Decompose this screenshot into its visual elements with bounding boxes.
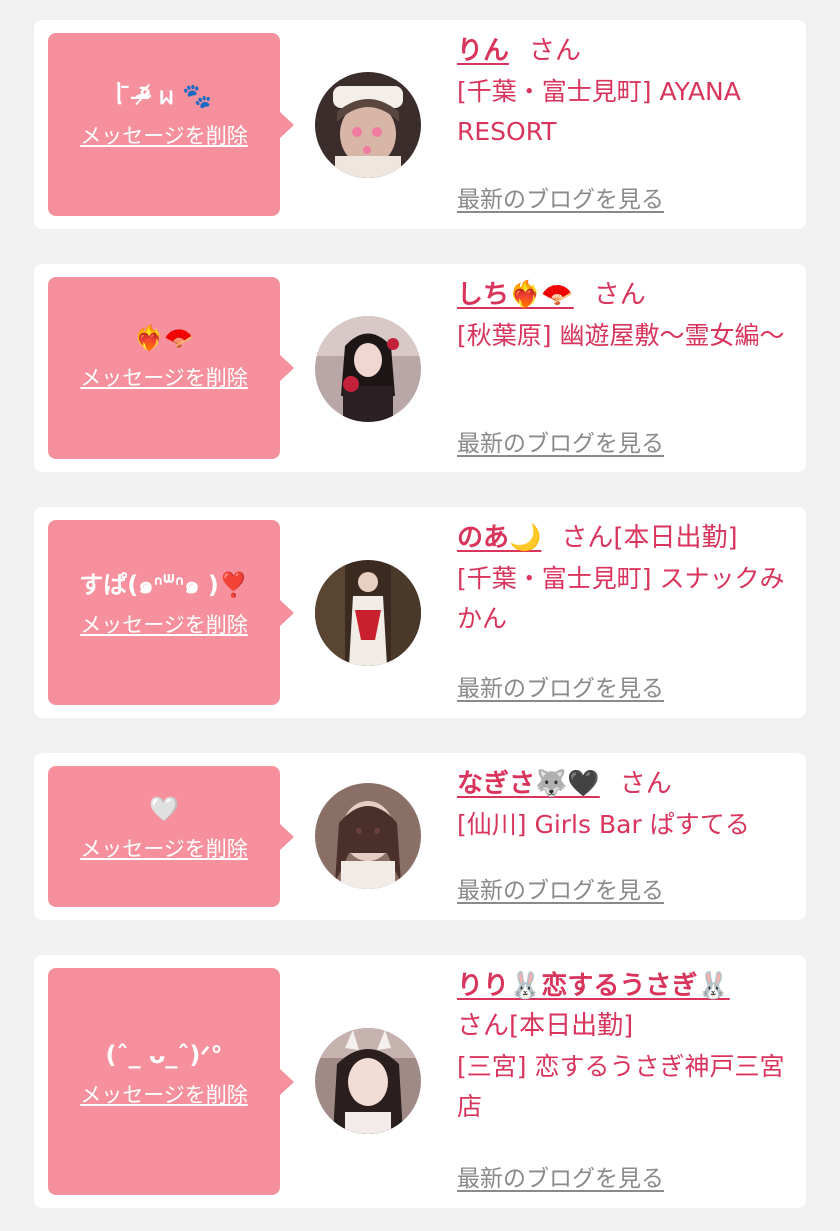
message-bubble: (ˆ_ ᴗ_ˆ)ᐟ° メッセージを削除 [48,968,294,1195]
avatar-photo-icon [315,1028,421,1134]
message-card: (ˆ_ ᴗ_ˆ)ᐟ° メッセージを削除 りり🐰恋するうさぎ🐰 さん[本日出勤] … [34,955,806,1208]
cast-name-link[interactable]: しち❤️‍🔥🪭 [457,280,574,310]
shop-name: [仙川] Girls Bar ぱすてる [457,810,750,839]
message-text: 🤍 [149,795,179,823]
name-line: りり🐰恋するうさぎ🐰 [457,969,797,1003]
entry-info: なぎさ🐺🖤 さん [仙川] Girls Bar ぱすてる [457,767,797,845]
avatar[interactable] [315,72,421,178]
message-card: 🤍 メッセージを削除 なぎさ🐺🖤 さん [仙川] Girls Bar ぱすてる 最… [34,753,806,920]
message-bubble: ᥣ ̄ ᵒ̴̶̷᷄ ᥕ 🐾 メッセージを削除 [48,33,294,216]
message-bubble: ❤️‍🔥🪭 メッセージを削除 [48,277,294,459]
name-line: しち❤️‍🔥🪭 さん [457,278,797,312]
shop-name: [千葉・富士見町] AYANA RESORT [457,77,741,146]
name-line: なぎさ🐺🖤 さん [457,767,797,801]
message-card: ❤️‍🔥🪭 メッセージを削除 しち❤️‍🔥🪭 さん [秋葉原] 幽遊屋敷〜霊女編〜… [34,264,806,472]
honorific: さん[本日出勤] [561,523,738,553]
shop-name: [三宮] 恋するうさぎ神戸三宮店 [457,1052,785,1121]
message-text: ᥣ ̄ ᵒ̴̶̷᷄ ᥕ 🐾 [116,82,212,110]
message-card: ᥣ ̄ ᵒ̴̶̷᷄ ᥕ 🐾 メッセージを削除 りん さん [千葉・富士見町] AY… [34,20,806,229]
avatar-photo-icon [315,560,421,666]
avatar[interactable] [315,560,421,666]
message-card: すぱ(๑ᐢᐜᐢ๑ )❣️ メッセージを削除 のあ🌙 さん[本日出勤] [千葉・富士… [34,507,806,718]
avatar-photo-icon [315,316,421,422]
entry-info: りん さん [千葉・富士見町] AYANA RESORT [457,34,797,152]
latest-blog-link[interactable]: 最新のブログを見る [457,424,664,458]
message-text: (ˆ_ ᴗ_ˆ)ᐟ° [105,1041,223,1069]
cast-name-link[interactable]: のあ🌙 [457,523,541,553]
avatar-photo-icon [315,72,421,178]
entry-info: りり🐰恋するうさぎ🐰 さん[本日出勤] [三宮] 恋するうさぎ神戸三宮店 [457,969,797,1127]
message-bubble: すぱ(๑ᐢᐜᐢ๑ )❣️ メッセージを削除 [48,520,294,705]
message-text: すぱ(๑ᐢᐜᐢ๑ )❣️ [79,571,249,599]
message-text: ❤️‍🔥🪭 [134,324,194,352]
avatar[interactable] [315,1028,421,1134]
avatar-photo-icon [315,783,421,889]
avatar[interactable] [315,783,421,889]
message-bubble: 🤍 メッセージを削除 [48,766,294,907]
delete-message-link[interactable]: メッセージを削除 [80,836,248,862]
cast-name-link[interactable]: りん [457,36,509,66]
delete-message-link[interactable]: メッセージを削除 [80,612,248,638]
shop-name: [秋葉原] 幽遊屋敷〜霊女編〜 [457,321,785,350]
latest-blog-link[interactable]: 最新のブログを見る [457,669,664,703]
honorific: さん[本日出勤] [457,1011,634,1041]
entry-info: しち❤️‍🔥🪭 さん [秋葉原] 幽遊屋敷〜霊女編〜 [457,278,797,356]
entry-info: のあ🌙 さん[本日出勤] [千葉・富士見町] スナックみかん [457,521,797,639]
honorific: さん [619,769,672,799]
cast-name-link[interactable]: りり🐰恋するうさぎ🐰 [457,971,730,1001]
latest-blog-link[interactable]: 最新のブログを見る [457,1159,664,1193]
latest-blog-link[interactable]: 最新のブログを見る [457,180,664,214]
cast-name-link[interactable]: なぎさ🐺🖤 [457,769,600,799]
avatar[interactable] [315,316,421,422]
name-line: のあ🌙 さん[本日出勤] [457,521,797,555]
delete-message-link[interactable]: メッセージを削除 [80,365,248,391]
name-line: りん さん [457,34,797,68]
latest-blog-link[interactable]: 最新のブログを見る [457,871,664,905]
honorific: さん [593,280,646,310]
delete-message-link[interactable]: メッセージを削除 [80,1082,248,1108]
honorific: さん [529,36,582,66]
shop-name: [千葉・富士見町] スナックみかん [457,564,785,633]
delete-message-link[interactable]: メッセージを削除 [80,123,248,149]
